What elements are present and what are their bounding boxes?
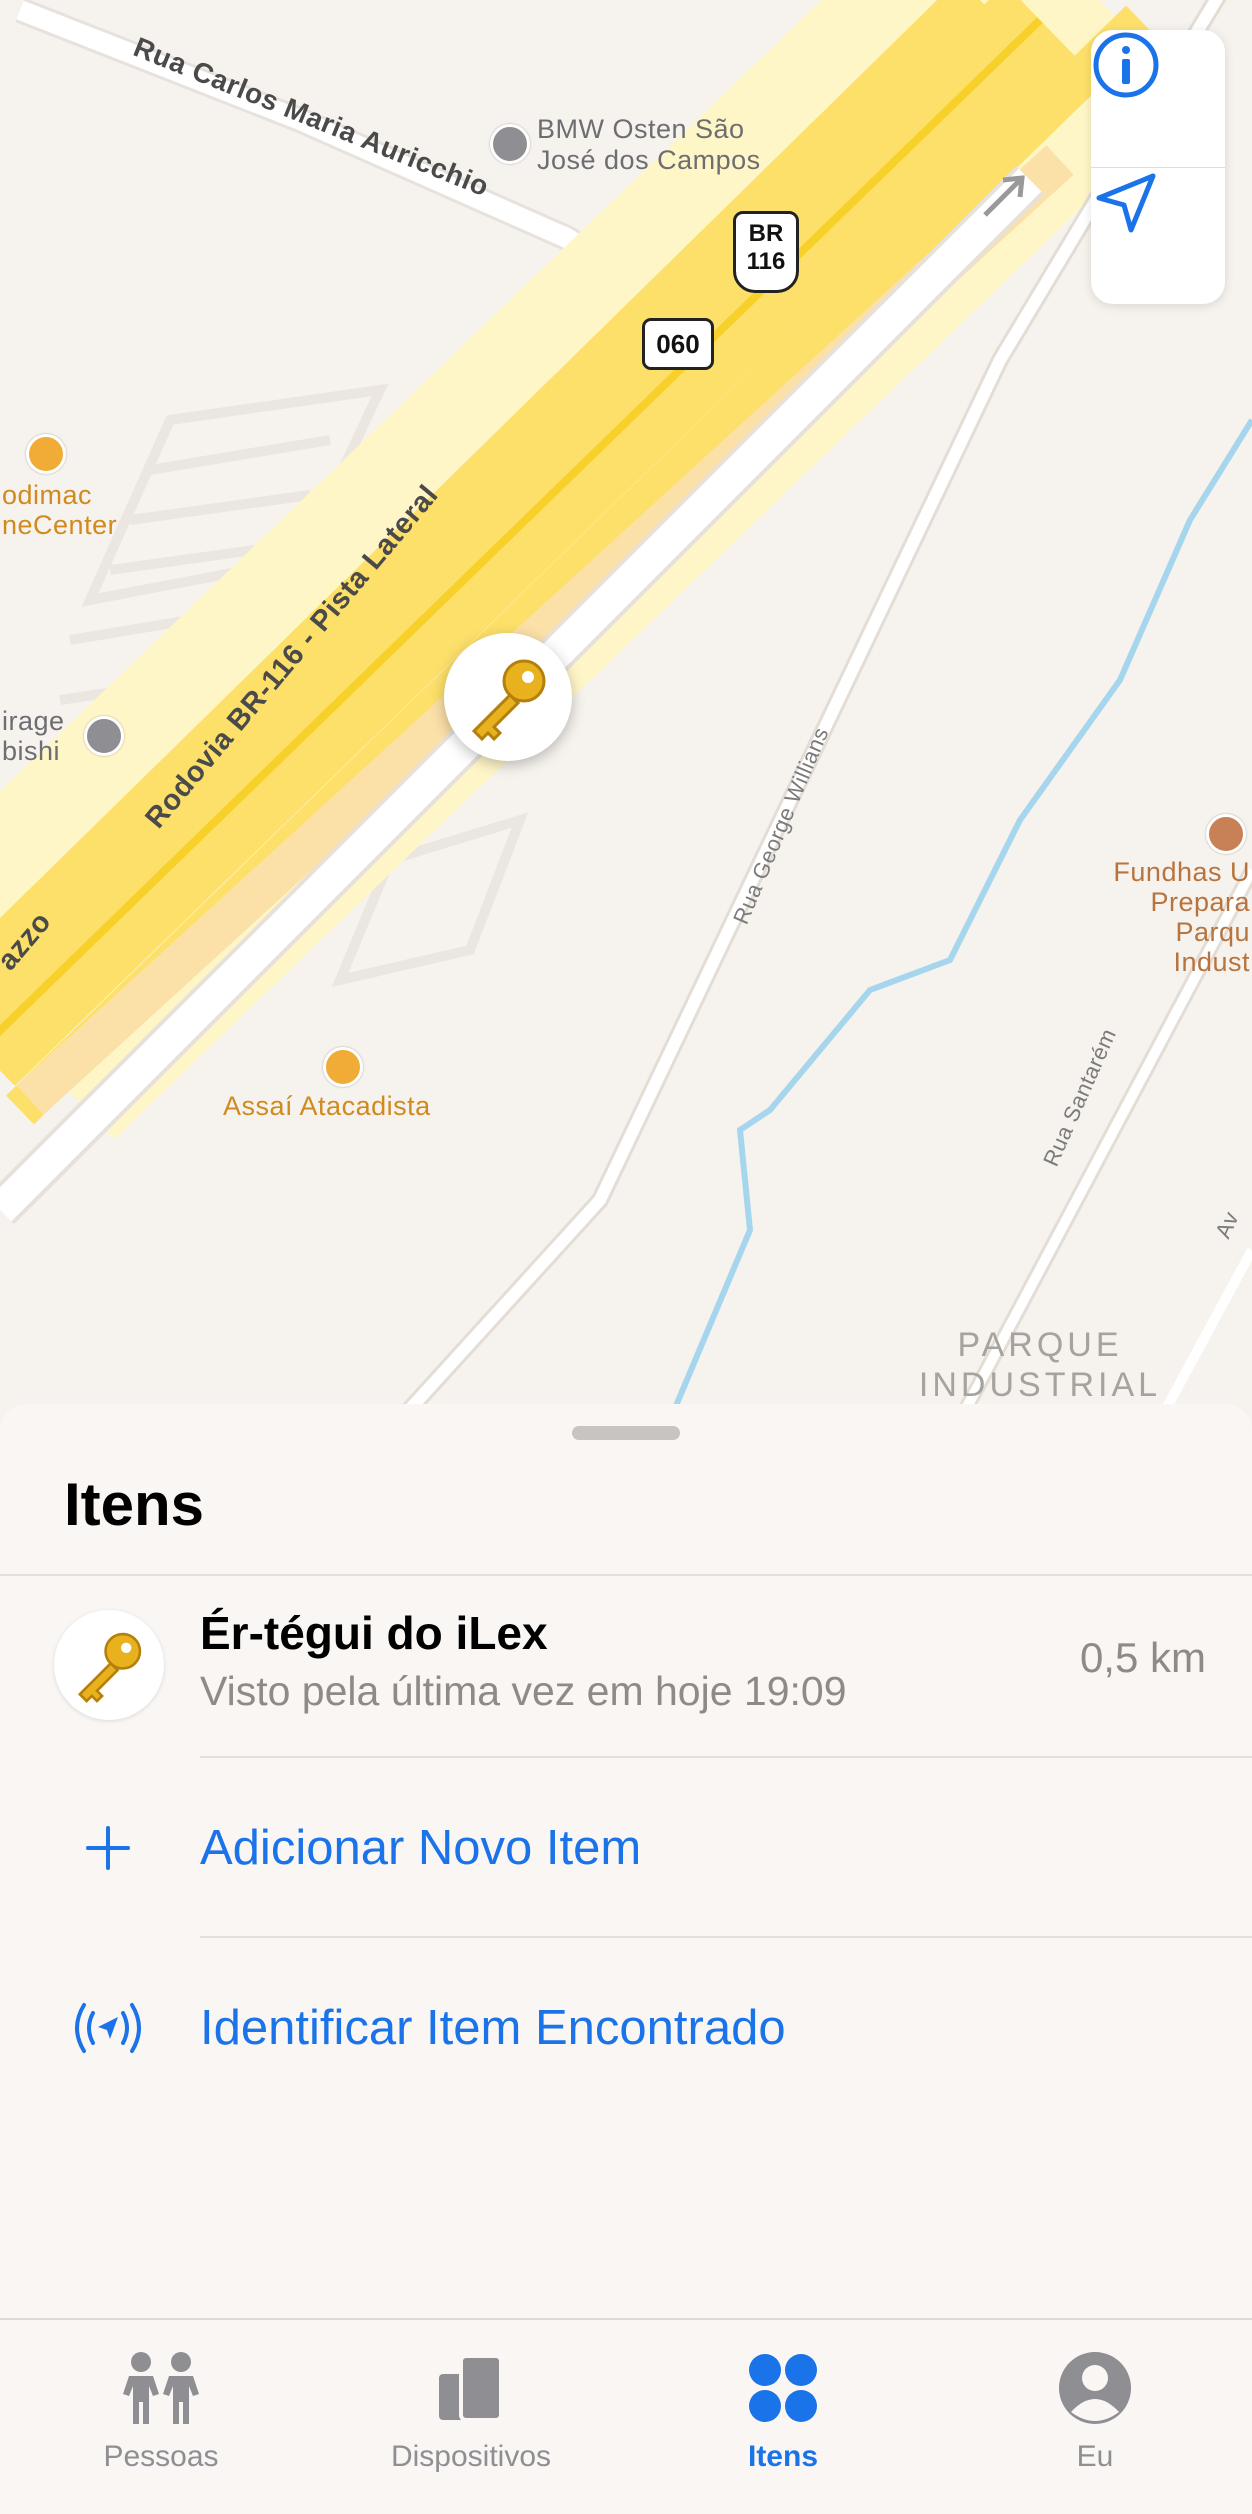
key-icon xyxy=(77,1632,142,1703)
info-icon xyxy=(1093,32,1159,98)
car-dealer-icon-2 xyxy=(84,716,124,756)
poi-bmw: BMW Osten São José dos Campos xyxy=(537,114,761,175)
add-new-item-button[interactable]: Adicionar Novo Item xyxy=(0,1758,1252,1936)
tab-bar: Pessoas Dispositivos Itens Eu xyxy=(0,2318,1252,2514)
item-avatar xyxy=(54,1610,164,1720)
route-060-shield: 060 xyxy=(642,318,714,370)
item-location-pin[interactable] xyxy=(444,633,572,761)
poi-assai: Assaí Atacadista xyxy=(223,1091,431,1121)
info-button[interactable] xyxy=(1091,30,1225,164)
tab-pessoas[interactable]: Pessoas xyxy=(36,2334,286,2474)
shopping-icon xyxy=(26,434,66,474)
item-name: Ér-tégui do iLex xyxy=(200,1607,548,1659)
item-last-seen: Visto pela última vez em hoje 19:09 xyxy=(200,1668,847,1714)
broadcast-icon xyxy=(62,1988,154,2068)
shield-br-text: BR xyxy=(748,220,784,247)
tab-dispositivos[interactable]: Dispositivos xyxy=(346,2334,596,2474)
items-icon xyxy=(733,2348,833,2428)
plus-icon xyxy=(62,1808,154,1888)
poi-mirage: irage bishi xyxy=(2,706,65,766)
br-116-shield: BR 116 xyxy=(733,211,799,293)
car-dealer-icon xyxy=(490,124,530,164)
tab-dispositivos-label: Dispositivos xyxy=(390,2440,552,2473)
location-arrow-icon xyxy=(1096,173,1156,233)
sheet-grabber[interactable] xyxy=(572,1426,680,1440)
key-icon xyxy=(471,659,546,742)
shield-number-text: 116 xyxy=(746,248,786,275)
tab-eu[interactable]: Eu xyxy=(970,2334,1220,2474)
sheet-title: Itens xyxy=(64,1471,205,1538)
tab-pessoas-label: Pessoas xyxy=(103,2440,219,2473)
tab-eu-label: Eu xyxy=(1076,2440,1114,2473)
tab-itens-label: Itens xyxy=(747,2440,819,2473)
map-roads xyxy=(0,0,1252,1420)
school-icon xyxy=(1206,814,1246,854)
shopping-icon-2 xyxy=(323,1047,363,1087)
tab-itens[interactable]: Itens xyxy=(658,2334,908,2474)
map-view[interactable]: Rua Carlos Maria Auricchio Rodovia BR-11… xyxy=(0,0,1252,1420)
poi-fundhas: Fundhas U Prepara Parqu Indust xyxy=(1113,857,1250,977)
locate-button[interactable] xyxy=(1091,168,1225,302)
people-icon xyxy=(111,2348,211,2428)
poi-sodimac: odimac neCenter xyxy=(2,480,118,540)
item-distance: 0,5 km xyxy=(1079,1634,1206,1681)
list-item[interactable]: Ér-tégui do iLex Visto pela última vez e… xyxy=(0,1576,1252,1756)
district-label: PARQUE INDUSTRIAL xyxy=(918,1326,1162,1404)
identify-found-item-button[interactable]: Identificar Item Encontrado xyxy=(0,1938,1252,2116)
devices-icon xyxy=(421,2348,521,2428)
items-sheet: Itens Ér-tégui do iLex Visto pela última… xyxy=(0,1404,1252,2320)
person-icon xyxy=(1045,2348,1145,2428)
identify-found-item-label: Identificar Item Encontrado xyxy=(200,2001,786,2055)
map-controls xyxy=(1091,30,1225,304)
add-new-item-label: Adicionar Novo Item xyxy=(200,1821,642,1875)
